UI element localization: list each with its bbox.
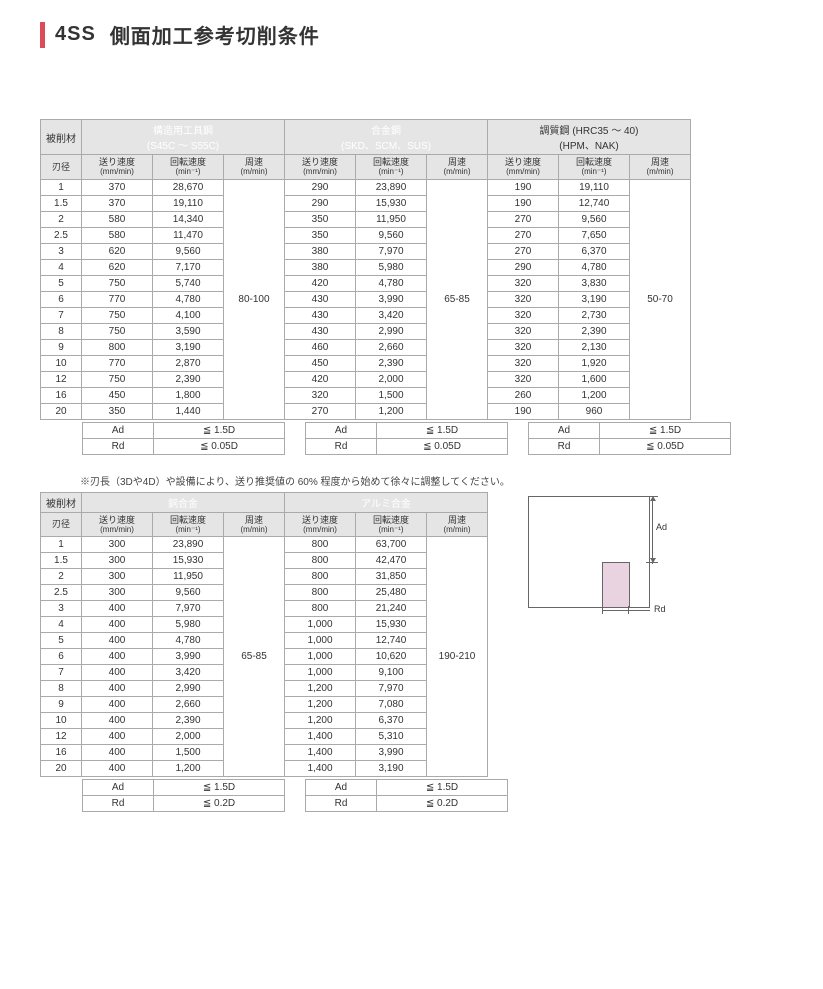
feed-header: 送り速度(mm/min) <box>488 155 559 180</box>
ad-label: Ad <box>83 780 154 796</box>
rpm-header: 回転速度(min⁻¹) <box>153 155 224 180</box>
rd-label: Rd <box>306 796 377 812</box>
ad-rd-diagram: Ad Rd <box>524 492 674 622</box>
adrd-table: Ad≦ 1.5DRd≦ 0.2D <box>82 779 285 812</box>
footnote: ※刃長（3Dや4D）や設備により、送り推奨値の 60% 程度から始めて徐々に調整… <box>80 473 783 488</box>
data-row: 46207,1703805,9802904,780 <box>41 259 691 275</box>
speed-cell: 80-100 <box>224 179 285 419</box>
feed-header: 送り速度(mm/min) <box>285 155 356 180</box>
rd-label: Rd <box>529 438 600 454</box>
rd-label: Rd <box>83 796 154 812</box>
data-row: 130023,89065-8580063,700190-210 <box>41 537 488 553</box>
rd-value: ≦ 0.2D <box>154 796 285 812</box>
speed-cell: 65-85 <box>224 537 285 777</box>
rpm-header: 回転速度(min⁻¹) <box>559 155 630 180</box>
material-column-header: 銅合金 <box>82 492 285 512</box>
ad-label: Ad <box>306 422 377 438</box>
rd-value: ≦ 0.2D <box>377 796 508 812</box>
data-row: 57505,7404204,7803203,830 <box>41 275 691 291</box>
page-title: 4SS 側面加工参考切削条件 <box>40 20 783 49</box>
rd-value: ≦ 0.05D <box>377 438 508 454</box>
material-column-header: 調質鋼 (HRC35 ～ 40)(HPM、NAK) <box>488 120 691 155</box>
diagram-rd-label: Rd <box>654 604 666 614</box>
data-row: 137028,67080-10029023,89065-8519019,1105… <box>41 179 691 195</box>
adrd-table: Ad≦ 1.5DRd≦ 0.05D <box>82 422 285 455</box>
data-row: 77504,1004303,4203202,730 <box>41 307 691 323</box>
diagram-ad-label: Ad <box>656 522 667 532</box>
ad-value: ≦ 1.5D <box>600 422 731 438</box>
speed-cell: 190-210 <box>427 537 488 777</box>
feed-header: 送り速度(mm/min) <box>285 512 356 537</box>
speed-header: 周速(m/min) <box>427 155 488 180</box>
data-row: 98003,1904602,6603202,130 <box>41 339 691 355</box>
ad-value: ≦ 1.5D <box>154 780 285 796</box>
ad-value: ≦ 1.5D <box>377 780 508 796</box>
speed-cell: 50-70 <box>630 179 691 419</box>
speed-header: 周速(m/min) <box>224 155 285 180</box>
material-header: 被削材 <box>41 492 82 512</box>
adrd-row-2: Ad≦ 1.5DRd≦ 0.2DAd≦ 1.5DRd≦ 0.2D <box>40 779 508 812</box>
data-row: 258014,34035011,9502709,560 <box>41 211 691 227</box>
adrd-table: Ad≦ 1.5DRd≦ 0.2D <box>305 779 508 812</box>
ad-label: Ad <box>83 422 154 438</box>
material-column-header: アルミ合金 <box>285 492 488 512</box>
data-row: 2.558011,4703509,5602707,650 <box>41 227 691 243</box>
feed-header: 送り速度(mm/min) <box>82 512 153 537</box>
adrd-row-1: Ad≦ 1.5DRd≦ 0.05DAd≦ 1.5DRd≦ 0.05DAd≦ 1.… <box>40 422 783 455</box>
data-row: 36209,5603807,9702706,370 <box>41 243 691 259</box>
data-row: 67704,7804303,9903203,190 <box>41 291 691 307</box>
ad-label: Ad <box>529 422 600 438</box>
material-header: 被削材 <box>41 120 82 155</box>
cutting-table-2: 被削材銅合金アルミ合金刃径送り速度(mm/min)回転速度(min⁻¹)周速(m… <box>40 492 508 778</box>
title-accent-bar <box>40 22 45 48</box>
rd-label: Rd <box>83 438 154 454</box>
rd-value: ≦ 0.05D <box>600 438 731 454</box>
data-row: 164501,8003201,5002601,200 <box>41 387 691 403</box>
speed-header: 周速(m/min) <box>224 512 285 537</box>
feed-header: 送り速度(mm/min) <box>82 155 153 180</box>
data-row: 107702,8704502,3903201,920 <box>41 355 691 371</box>
rpm-header: 回転速度(min⁻¹) <box>356 155 427 180</box>
dia-header: 刃径 <box>41 155 82 180</box>
adrd-table: Ad≦ 1.5DRd≦ 0.05D <box>305 422 508 455</box>
data-row: 203501,4402701,200190960 <box>41 403 691 419</box>
product-code: 4SS <box>55 23 96 46</box>
rd-value: ≦ 0.05D <box>154 438 285 454</box>
material-column-header: 構造用工具鋼(S45C ～ S55C) <box>82 120 285 155</box>
adrd-table: Ad≦ 1.5DRd≦ 0.05D <box>528 422 731 455</box>
ad-label: Ad <box>306 780 377 796</box>
speed-cell: 65-85 <box>427 179 488 419</box>
speed-header: 周速(m/min) <box>630 155 691 180</box>
rpm-header: 回転速度(min⁻¹) <box>356 512 427 537</box>
data-row: 127502,3904202,0003201,600 <box>41 371 691 387</box>
ad-value: ≦ 1.5D <box>154 422 285 438</box>
material-column-header: 合金鋼(SKD、SCM、SUS) <box>285 120 488 155</box>
data-row: 87503,5904302,9903202,390 <box>41 323 691 339</box>
cutting-table-1: 被削材構造用工具鋼(S45C ～ S55C)合金鋼(SKD、SCM、SUS)調質… <box>40 119 783 420</box>
dia-header: 刃径 <box>41 512 82 537</box>
data-row: 1.537019,11029015,93019012,740 <box>41 195 691 211</box>
ad-value: ≦ 1.5D <box>377 422 508 438</box>
rpm-header: 回転速度(min⁻¹) <box>153 512 224 537</box>
title-text: 側面加工参考切削条件 <box>110 20 320 49</box>
speed-header: 周速(m/min) <box>427 512 488 537</box>
rd-label: Rd <box>306 438 377 454</box>
